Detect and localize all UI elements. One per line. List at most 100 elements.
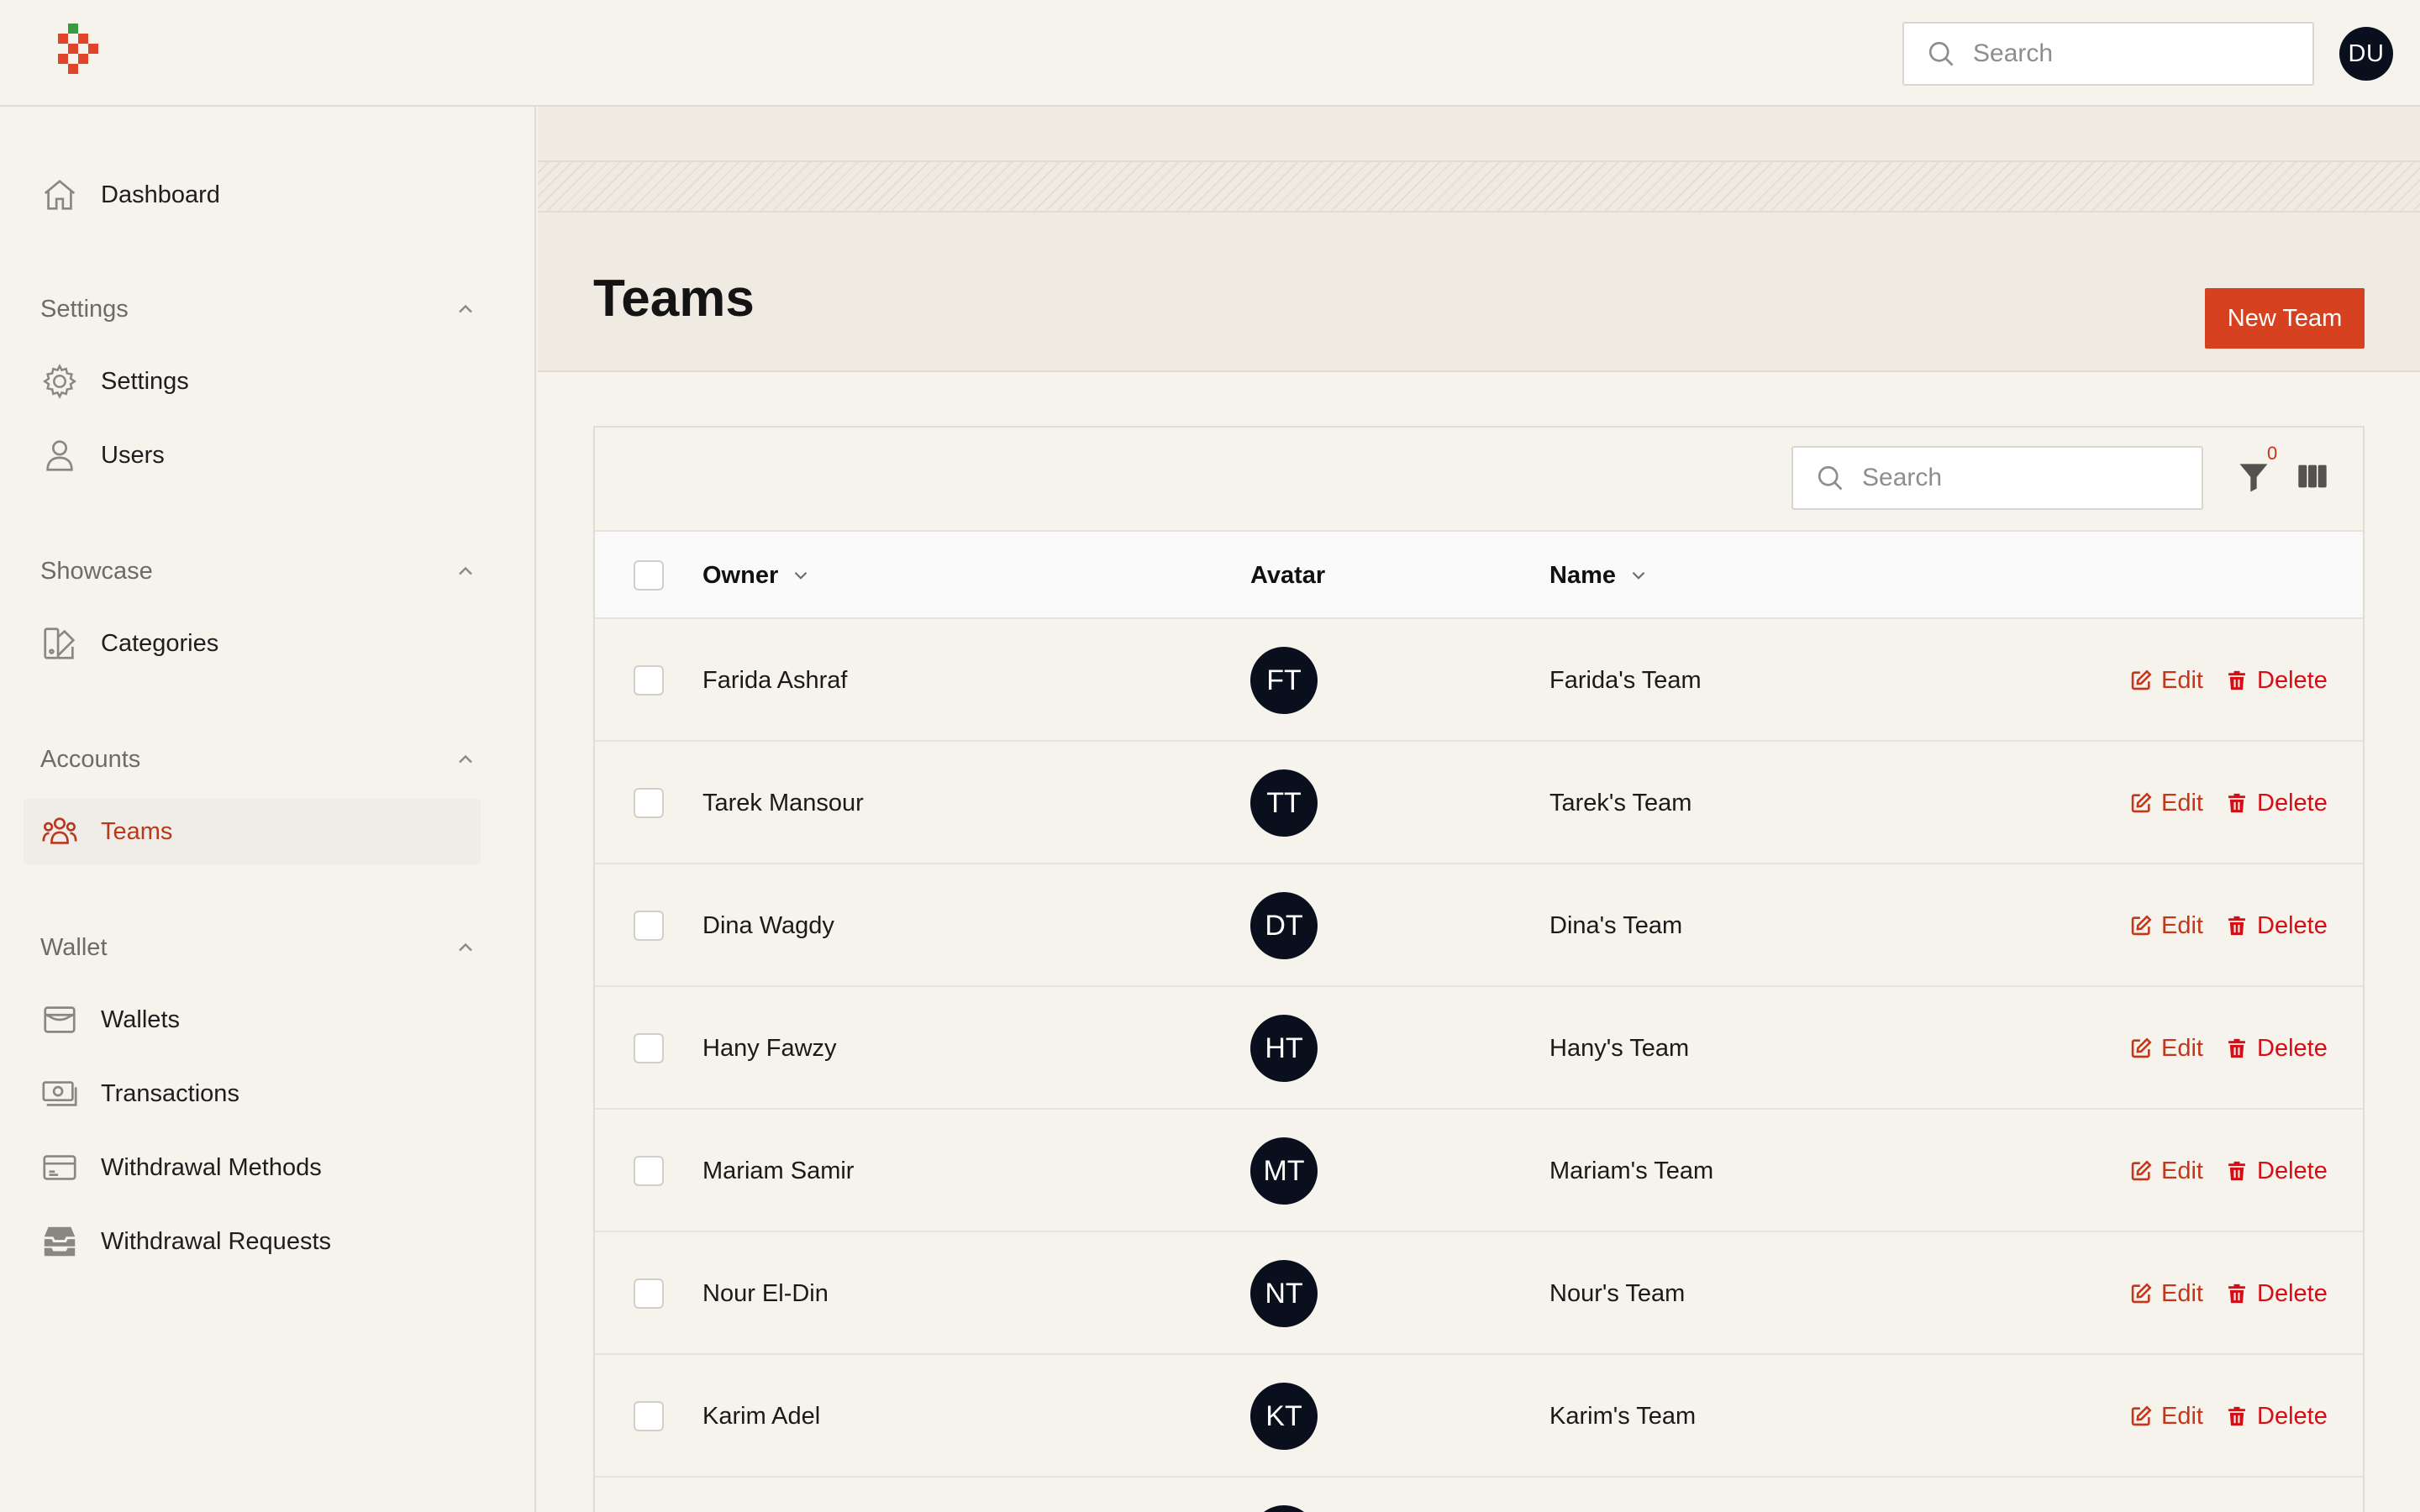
row-checkbox[interactable] — [634, 1401, 664, 1431]
trash-icon — [2228, 793, 2245, 813]
trash-icon — [2228, 1284, 2245, 1304]
table-search-input[interactable] — [1862, 464, 2181, 492]
delete-button[interactable]: Delete — [2225, 1110, 2328, 1232]
column-label: Avatar — [1250, 561, 1326, 589]
sidebar-item-label: Withdrawal Requests — [101, 1227, 331, 1255]
sidebar-group-showcase[interactable]: Showcase — [40, 550, 477, 592]
delete-button[interactable]: Delete — [2225, 1232, 2328, 1355]
owner-cell: Nour El-Din — [702, 1279, 829, 1307]
sidebar-item-label: Dashboard — [101, 181, 220, 208]
sidebar-item-transactions[interactable]: Transactions — [24, 1061, 481, 1126]
edit-button[interactable]: Edit — [2129, 864, 2203, 987]
cash-icon — [42, 1081, 77, 1106]
owner-cell: Hany Fawzy — [702, 1034, 837, 1062]
column-label: Owner — [702, 561, 779, 589]
row-checkbox[interactable] — [634, 665, 664, 696]
group-label: Settings — [40, 295, 129, 323]
table-search[interactable] — [1791, 446, 2203, 510]
edit-button[interactable]: Edit — [2129, 1355, 2203, 1478]
sidebar-group-wallet[interactable]: Wallet — [40, 927, 477, 969]
page-title: Teams — [593, 270, 755, 328]
user-avatar[interactable]: DU — [2339, 27, 2393, 81]
sidebar-group-settings[interactable]: Settings — [40, 288, 477, 330]
edit-label: Edit — [2161, 1034, 2203, 1062]
edit-button[interactable]: Edit — [2129, 742, 2203, 864]
table-row: Tarek Mansour TT Tarek's Team Edit Delete — [595, 742, 2363, 864]
wallet-icon — [44, 1006, 76, 1033]
gear-icon — [42, 364, 77, 399]
edit-label: Edit — [2161, 666, 2203, 694]
edit-button[interactable]: Edit — [2129, 1110, 2203, 1232]
sidebar-item-users[interactable]: Users — [24, 423, 481, 488]
sidebar-item-withdrawal-methods[interactable]: Withdrawal Methods — [24, 1135, 481, 1200]
chevron-up-icon — [459, 942, 472, 952]
delete-button[interactable]: Delete — [2225, 742, 2328, 864]
chevron-down-icon — [1632, 571, 1645, 580]
sidebar-item-label: Transactions — [101, 1079, 239, 1107]
edit-button[interactable]: Edit — [2129, 1232, 2203, 1355]
team-avatar: MT — [1250, 1137, 1318, 1205]
team-avatar: HT — [1250, 1015, 1318, 1082]
edit-label: Edit — [2161, 911, 2203, 939]
team-name-cell: Tarek's Team — [1549, 789, 1692, 816]
group-label: Showcase — [40, 557, 153, 585]
edit-label: Edit — [2161, 1157, 2203, 1184]
edit-button[interactable]: Edit — [2129, 987, 2203, 1110]
sidebar-item-teams[interactable]: Teams — [24, 799, 481, 864]
group-label: Wallet — [40, 933, 108, 961]
group-label: Accounts — [40, 745, 141, 773]
team-name-cell: Dina's Team — [1549, 911, 1683, 939]
select-all-checkbox[interactable] — [634, 560, 664, 591]
team-avatar: NT — [1250, 1260, 1318, 1327]
row-checkbox[interactable] — [634, 788, 664, 818]
sidebar-item-withdrawal-requests[interactable]: Withdrawal Requests — [24, 1209, 481, 1274]
sidebar-item-label: Users — [101, 441, 165, 469]
search-icon — [1928, 41, 1954, 66]
table-row: Farida Ashraf FT Farida's Team Edit Delete — [595, 619, 2363, 742]
app-logo[interactable] — [55, 24, 106, 82]
columns-icon[interactable] — [2296, 459, 2329, 493]
global-search[interactable] — [1902, 22, 2314, 86]
column-header-owner[interactable]: Owner — [702, 532, 812, 619]
delete-button[interactable]: Delete — [2225, 864, 2328, 987]
trash-icon — [2228, 1038, 2245, 1058]
edit-icon — [2131, 1283, 2152, 1304]
sidebar-item-settings[interactable]: Settings — [24, 349, 481, 414]
row-checkbox[interactable] — [634, 911, 664, 941]
trash-icon — [2228, 1161, 2245, 1181]
column-header-name[interactable]: Name — [1549, 532, 1649, 619]
search-icon — [1818, 465, 1843, 491]
row-checkbox[interactable] — [634, 1278, 664, 1309]
team-avatar: KT — [1250, 1383, 1318, 1450]
new-team-button[interactable]: New Team — [2205, 288, 2365, 349]
sidebar-item-categories[interactable]: Categories — [24, 611, 481, 676]
inbox-stack-icon — [44, 1226, 76, 1257]
home-icon — [44, 179, 76, 210]
sidebar-item-wallets[interactable]: Wallets — [24, 987, 481, 1053]
chevron-up-icon — [459, 566, 472, 575]
edit-icon — [2131, 1037, 2152, 1058]
top-bar: DU — [0, 0, 2420, 107]
global-search-input[interactable] — [1973, 39, 2292, 68]
delete-button[interactable]: Delete — [2225, 987, 2328, 1110]
row-checkbox[interactable] — [634, 1033, 664, 1063]
edit-icon — [2131, 1160, 2152, 1181]
team-name-cell: Karim's Team — [1549, 1402, 1697, 1430]
sidebar-group-accounts[interactable]: Accounts — [40, 738, 477, 780]
swatch-icon — [44, 627, 76, 659]
edit-icon — [2131, 915, 2152, 936]
page-header: Teams New Team — [538, 107, 2420, 372]
delete-label: Delete — [2257, 789, 2328, 816]
row-checkbox[interactable] — [634, 1156, 664, 1186]
table-row: Nour El-Din NT Nour's Team Edit Delete — [595, 1232, 2363, 1355]
delete-button[interactable]: Delete — [2225, 619, 2328, 742]
table-toolbar: 0 — [595, 428, 2363, 530]
credit-card-icon — [43, 1155, 76, 1180]
sidebar-item-label: Withdrawal Methods — [101, 1153, 322, 1181]
edit-button[interactable]: Edit — [2129, 619, 2203, 742]
team-avatar — [1250, 1505, 1318, 1512]
delete-button[interactable]: Delete — [2225, 1355, 2328, 1478]
sidebar-item-dashboard[interactable]: Dashboard — [24, 162, 481, 228]
table-row: Hany Fawzy HT Hany's Team Edit Delete — [595, 987, 2363, 1110]
users-group-icon — [42, 817, 77, 844]
